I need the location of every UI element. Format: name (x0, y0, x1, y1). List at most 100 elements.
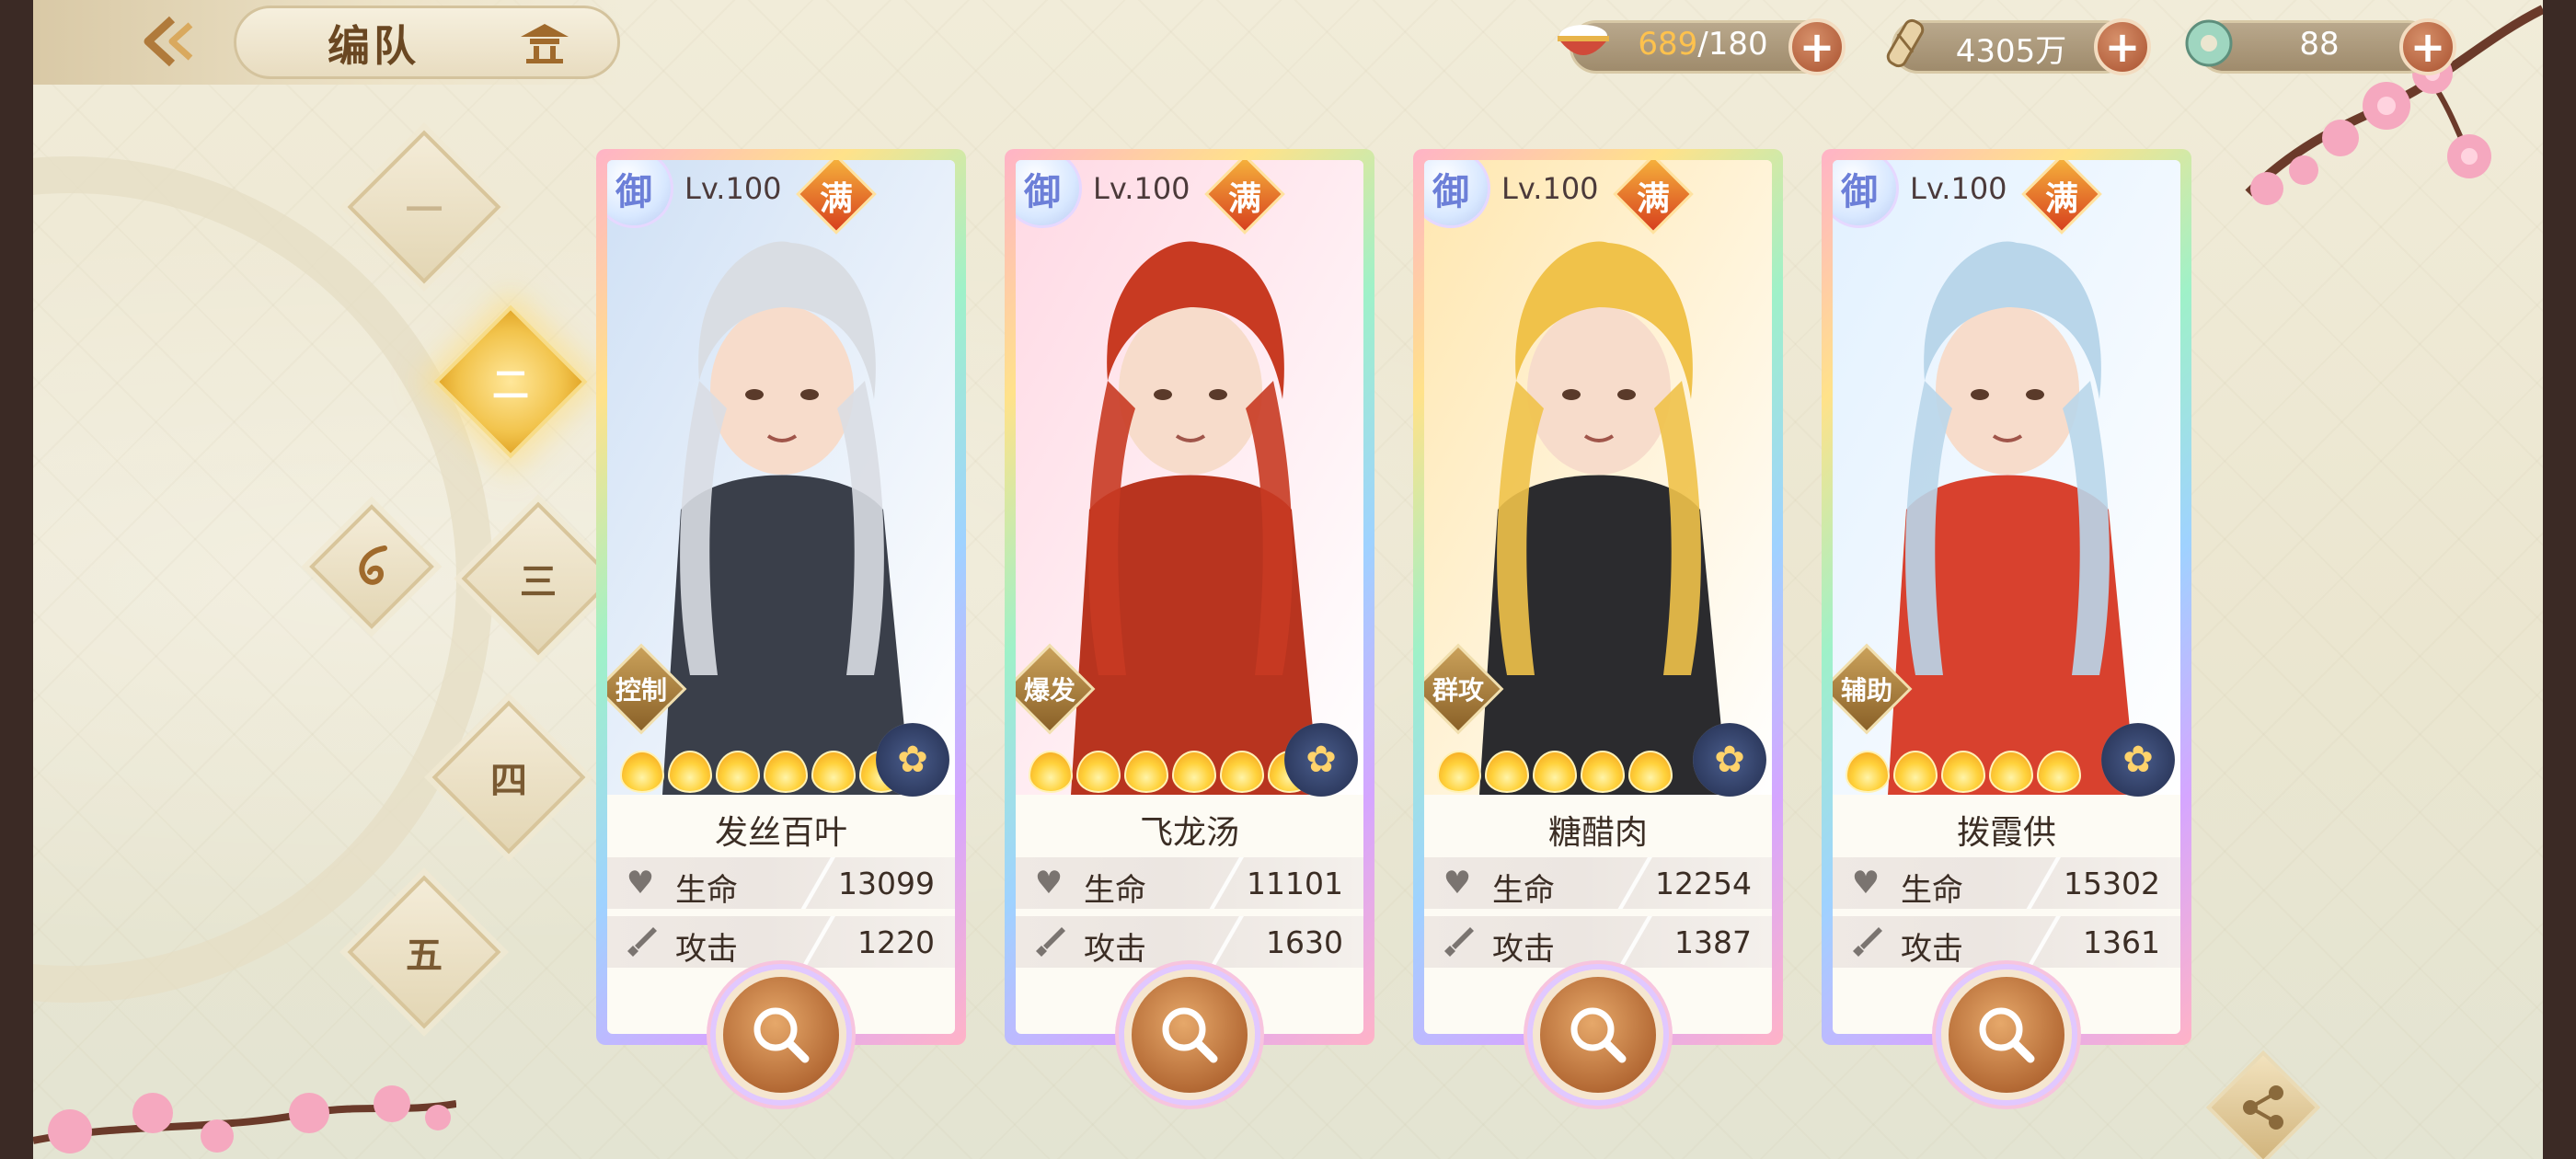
star-flame-icon (716, 751, 760, 793)
view-detail-button[interactable] (1124, 970, 1255, 1100)
jade-icon (2177, 11, 2241, 75)
heart-icon: ♥ (626, 865, 655, 901)
heart-icon: ♥ (1851, 865, 1880, 901)
card-body: 御 Lv.100 满 辅助 ✿ 拨霞供 ♥ 生命 15302 攻击 1361 (1833, 160, 2180, 1034)
share-icon (2243, 1085, 2283, 1130)
atk-value: 1387 (1674, 924, 1752, 960)
flower-blue-icon: ✿ (1693, 723, 1766, 797)
magnifier-icon (1979, 1007, 2035, 1063)
jade-value: 88 (2299, 26, 2340, 63)
add-stamina-button[interactable]: + (1788, 18, 1846, 75)
add-jade-button[interactable]: + (2399, 18, 2456, 75)
star-flame-icon (1941, 751, 1985, 793)
role-badge: 爆发 (1023, 675, 1075, 706)
character-name: 飞龙汤 (1139, 814, 1239, 852)
hp-row: ♥ 生命 11101 (1016, 857, 1363, 909)
atk-row: 攻击 1220 (607, 916, 955, 968)
character-name: 拨霞供 (1956, 814, 2056, 852)
share-button[interactable] (2223, 1067, 2304, 1148)
hp-row: ♥ 生命 13099 (607, 857, 955, 909)
character-card[interactable]: 御 Lv.100 满 辅助 ✿ 拨霞供 ♥ 生命 15302 攻击 1361 (1822, 149, 2191, 1045)
special-formation-tab[interactable] (326, 521, 418, 613)
row-divider (1209, 916, 1246, 968)
formation-scene: 编队 689/180 + 4305万 + 88 + 一 二 三 四 五 御 Lv… (33, 0, 2543, 1159)
atk-row: 攻击 1387 (1424, 916, 1772, 968)
character-name: 发丝百叶 (714, 814, 847, 852)
star-rating (1029, 751, 1312, 793)
hp-value: 13099 (838, 866, 935, 901)
page-title: 编队 (328, 21, 420, 71)
row-divider (800, 916, 837, 968)
card-body: 御 Lv.100 满 控制 ✿ 发丝百叶 ♥ 生命 13099 攻击 1220 (607, 160, 955, 1034)
max-badge: 满 (1636, 179, 1670, 218)
hp-row: ♥ 生命 15302 (1833, 857, 2180, 909)
atk-label: 攻击 (1901, 931, 1963, 968)
star-flame-icon (1029, 751, 1073, 793)
role-badge: 控制 (615, 675, 667, 706)
hp-label: 生命 (1084, 872, 1146, 909)
formation-tab-5[interactable]: 五 (370, 898, 478, 1006)
level-label: Lv.100 (1093, 171, 1190, 206)
row-divider (2026, 857, 2063, 909)
sword-icon (620, 924, 661, 960)
view-detail-button[interactable] (1533, 970, 1663, 1100)
sword-icon (1029, 924, 1069, 960)
star-flame-icon (1989, 751, 2033, 793)
character-name: 糖醋肉 (1547, 814, 1648, 852)
heart-icon: ♥ (1034, 865, 1064, 901)
pavilion-icon[interactable] (512, 18, 578, 74)
card-body: 御 Lv.100 满 群攻 ✿ 糖醋肉 ♥ 生命 12254 攻击 1387 (1424, 160, 1772, 1034)
formation-tab-2[interactable]: 二 (456, 327, 565, 436)
hp-value: 12254 (1655, 866, 1752, 901)
max-badge: 满 (2044, 179, 2078, 218)
atk-value: 1220 (857, 924, 935, 960)
back-arrow-icon (144, 16, 193, 67)
character-card[interactable]: 御 Lv.100 满 控制 ✿ 发丝百叶 ♥ 生命 13099 攻击 1220 (596, 149, 966, 1045)
star-flame-icon (1846, 751, 1890, 793)
star-flame-icon (1437, 751, 1481, 793)
magnifier-icon (1570, 1007, 1627, 1063)
star-flame-icon (2037, 751, 2081, 793)
level-label: Lv.100 (1910, 171, 2007, 206)
magnifier-icon (1162, 1007, 1218, 1063)
sword-icon (1437, 924, 1478, 960)
hp-label: 生命 (1492, 872, 1555, 909)
card-body: 御 Lv.100 满 爆发 ✿ 飞龙汤 ♥ 生命 11101 攻击 1630 (1016, 160, 1363, 1034)
star-flame-icon (764, 751, 808, 793)
row-divider (1209, 857, 1246, 909)
blossom-branch-bottom-left (33, 1085, 456, 1153)
back-button[interactable] (134, 9, 204, 74)
star-flame-icon (1581, 751, 1625, 793)
star-flame-icon (1893, 751, 1938, 793)
sword-icon (1846, 924, 1886, 960)
star-flame-icon (1485, 751, 1529, 793)
formation-tab-3[interactable]: 三 (484, 524, 592, 633)
formation-tab-4[interactable]: 四 (454, 723, 563, 832)
rice-bowl-icon (1551, 11, 1616, 75)
heart-icon: ♥ (1443, 865, 1472, 901)
view-detail-button[interactable] (716, 970, 846, 1100)
add-coin-button[interactable]: + (2094, 18, 2151, 75)
row-divider (2026, 916, 2063, 968)
atk-row: 攻击 1361 (1833, 916, 2180, 968)
level-label: Lv.100 (684, 171, 782, 206)
character-card[interactable]: 御 Lv.100 满 群攻 ✿ 糖醋肉 ♥ 生命 12254 攻击 1387 (1413, 149, 1783, 1045)
star-flame-icon (1220, 751, 1264, 793)
star-flame-icon (1172, 751, 1216, 793)
right-frame (2543, 0, 2576, 1159)
atk-value: 1361 (2083, 924, 2160, 960)
formation-tab-1[interactable]: 一 (370, 153, 478, 261)
max-badge: 满 (1227, 179, 1261, 218)
flower-gold-icon: ✿ (876, 723, 949, 797)
character-card[interactable]: 御 Lv.100 满 爆发 ✿ 飞龙汤 ♥ 生命 11101 攻击 1630 (1005, 149, 1374, 1045)
coin-value: 4305万 (1955, 33, 2067, 70)
hp-label: 生命 (675, 872, 738, 909)
hp-value: 11101 (1247, 866, 1343, 901)
star-flame-icon (811, 751, 856, 793)
atk-label: 攻击 (1492, 931, 1555, 968)
star-rating (1846, 751, 2081, 793)
star-flame-icon (1124, 751, 1168, 793)
atk-label: 攻击 (1084, 931, 1146, 968)
view-detail-button[interactable] (1941, 970, 2072, 1100)
max-badge: 满 (819, 179, 853, 218)
